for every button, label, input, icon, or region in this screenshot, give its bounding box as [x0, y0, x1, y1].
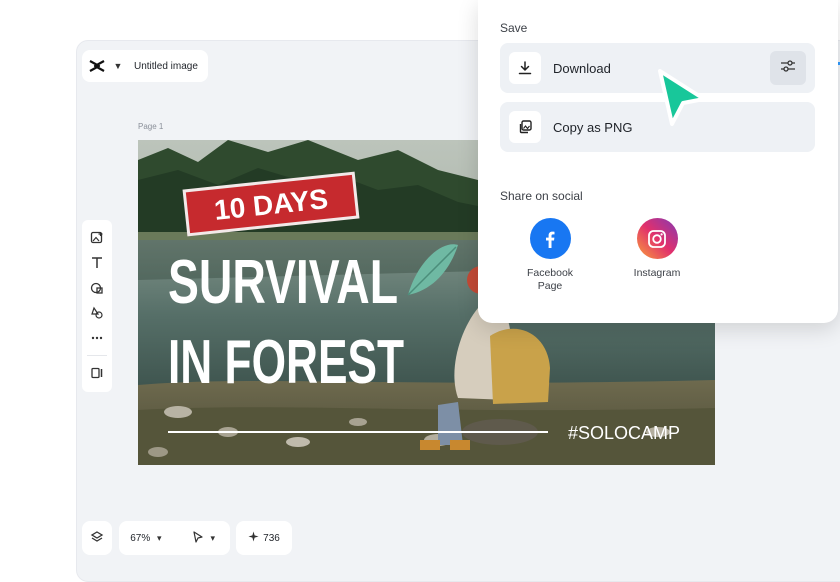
sparkle-icon [248, 531, 259, 545]
share-facebook-button[interactable]: Facebook Page [510, 218, 590, 293]
facebook-icon [529, 218, 571, 259]
hashtag-text: #SOLOCAMP [568, 423, 680, 443]
instagram-label: Instagram [633, 267, 681, 279]
chevron-down-icon: ▾ [156, 532, 162, 543]
page-label: Page 1 [138, 122, 164, 131]
headline-line2: IN FOREST [168, 328, 404, 397]
zoom-and-pointer-controls: 67% ▾ ▾ [119, 521, 230, 555]
shapes-icon[interactable] [85, 276, 109, 300]
credits-count: 736 [263, 532, 280, 544]
save-panel: Save Download Copy as PNG Share on socia… [478, 0, 838, 323]
download-icon [509, 52, 541, 84]
zoom-dropdown[interactable]: 67% ▾ [130, 533, 165, 544]
headline-line1: SURVIVAL [168, 248, 398, 317]
document-title[interactable]: Untitled image [134, 61, 198, 72]
capcut-logo-icon[interactable] [86, 55, 108, 77]
copy-as-png-label: Copy as PNG [553, 119, 633, 135]
pointer-cursor-icon [652, 66, 712, 130]
credits-button[interactable]: 736 [236, 521, 292, 555]
toolbar-divider [87, 355, 107, 356]
pointer-icon [192, 530, 204, 546]
instagram-icon [636, 218, 678, 259]
document-title-bar[interactable]: ▼ Untitled image [82, 50, 208, 82]
sliders-icon [780, 59, 796, 78]
save-heading: Save [500, 21, 528, 35]
chevron-down-icon: ▾ [210, 532, 215, 543]
layers-button[interactable] [82, 521, 112, 555]
download-settings-button[interactable] [770, 51, 806, 85]
copy-icon [509, 111, 541, 143]
layers-icon [90, 530, 104, 547]
more-icon[interactable] [85, 326, 109, 350]
zoom-value: 67% [130, 532, 151, 544]
share-instagram-button[interactable]: Instagram [617, 218, 697, 280]
panel-toggle-icon[interactable] [85, 361, 109, 385]
download-label: Download [553, 60, 611, 76]
chevron-down-icon[interactable]: ▼ [112, 61, 124, 71]
pointer-tool-dropdown[interactable]: ▾ [192, 530, 219, 546]
elements-icon[interactable] [85, 301, 109, 325]
share-heading: Share on social [500, 189, 583, 203]
facebook-label: Facebook Page [526, 267, 574, 292]
text-icon[interactable] [85, 251, 109, 275]
left-toolbar [82, 220, 112, 392]
image-add-icon[interactable] [85, 226, 109, 250]
